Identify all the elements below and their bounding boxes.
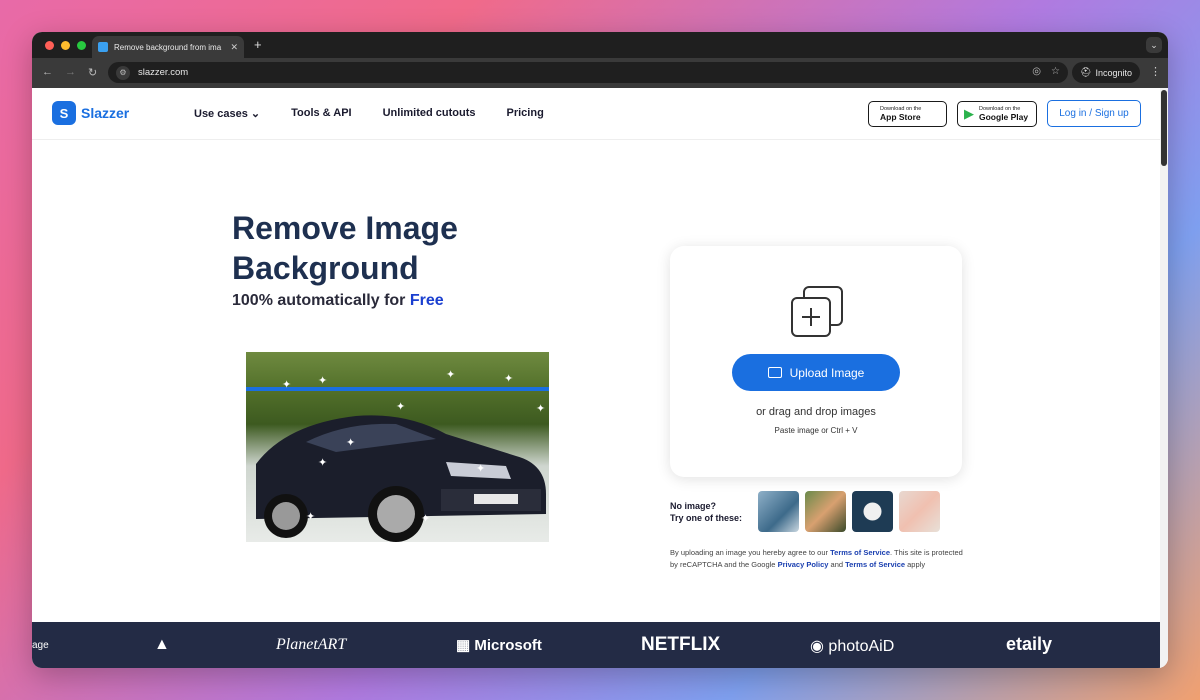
incognito-badge[interactable]: ⛑ Incognito <box>1072 62 1140 83</box>
nav-unlimited-cutouts[interactable]: Unlimited cutouts <box>383 107 476 120</box>
sparkle-icon: ✦ <box>306 511 316 523</box>
site-logo[interactable]: S Slazzer <box>52 101 129 125</box>
page-title: Remove Image Background <box>232 208 458 288</box>
bookmark-star-icon[interactable]: ☆ <box>1051 66 1060 77</box>
sparkle-icon: ✦ <box>421 513 431 525</box>
partner-logos-band: age ▲ PlanetART ▦ Microsoft NETFLIX ◉ ph… <box>32 622 1160 668</box>
window-controls <box>45 41 86 50</box>
eye-off-icon[interactable]: ◎ <box>1032 66 1041 77</box>
terms-text: By uploading an image you hereby agree t… <box>670 547 966 570</box>
tab-search-chevron-icon[interactable]: ⌄ <box>1146 37 1162 53</box>
tab-title: Remove background from ima <box>114 42 222 52</box>
partner-logo-planetart: PlanetART <box>276 636 347 653</box>
site-info-icon[interactable]: ⚙ <box>116 65 130 80</box>
image-icon <box>767 367 782 378</box>
reload-icon[interactable]: ↻ <box>88 66 97 79</box>
partner-logo-etaily: etaily <box>1006 634 1053 654</box>
microsoft-text: Microsoft <box>474 637 542 654</box>
terms-of-service-link-2[interactable]: Terms of Service <box>845 560 905 569</box>
car-illustration <box>256 415 546 542</box>
url-text: slazzer.com <box>138 67 189 78</box>
slazzer-logo-icon: S <box>52 101 76 125</box>
sparkle-icon: ✦ <box>476 463 486 475</box>
partner-logo-triangle-icon: ▲ <box>154 636 170 653</box>
nav-pricing[interactable]: Pricing <box>507 107 544 120</box>
back-arrow-icon[interactable]: ← <box>42 66 53 78</box>
terms-part-4: apply <box>907 559 926 569</box>
login-signup-button[interactable]: Log in / Sign up <box>1047 100 1141 127</box>
sample-image-laptop[interactable] <box>758 491 799 532</box>
subtitle-free: Free <box>409 292 444 309</box>
drag-drop-text: or drag and drop images <box>756 406 876 418</box>
close-window-button[interactable] <box>45 41 54 50</box>
site-header: S Slazzer Use cases ⌄ Tools & API Unlimi… <box>32 88 1160 140</box>
sparkle-icon: ✦ <box>282 379 292 391</box>
maximize-window-button[interactable] <box>77 41 86 50</box>
google-play-label: Google Play <box>979 111 1029 122</box>
address-bar: ← → ↻ ⚙ slazzer.com ◎ ☆ ⛑ Incognito ⋮ <box>32 58 1168 88</box>
no-image-text: No image? <box>670 501 717 511</box>
upload-image-button[interactable]: Upload Image <box>732 354 900 391</box>
tab-close-icon[interactable]: ✕ <box>230 42 238 53</box>
scan-line <box>246 387 549 391</box>
partner-logo-age: age <box>32 640 49 651</box>
app-store-label: App Store <box>880 111 921 122</box>
paste-hint: Paste image or Ctrl + V <box>774 426 858 435</box>
new-tab-button[interactable]: + <box>254 37 262 52</box>
forward-arrow-icon[interactable]: → <box>65 66 76 78</box>
partner-logo-photoaid: ◉ photoAiD <box>810 636 894 656</box>
browser-window: Remove background from ima ✕ + ⌄ ← → ↻ ⚙… <box>32 32 1168 668</box>
camera-icon: ◉ <box>810 638 824 655</box>
sample-images <box>758 491 940 532</box>
photoaid-text: photoAiD <box>828 638 895 655</box>
title-line-1: Remove Image <box>232 210 458 246</box>
scrollbar-thumb[interactable] <box>1161 90 1167 166</box>
partner-logo-microsoft: ▦ Microsoft <box>456 636 542 654</box>
sample-image-person[interactable] <box>899 491 940 532</box>
incognito-label: Incognito <box>1095 67 1132 78</box>
sparkle-icon: ✦ <box>318 375 328 387</box>
subtitle-text: 100% automatically for <box>232 292 406 309</box>
url-field[interactable]: ⚙ slazzer.com ◎ ☆ <box>108 62 1068 83</box>
title-line-2: Background <box>232 250 419 286</box>
upload-button-label: Upload Image <box>789 365 865 380</box>
try-these-text: Try one of these: <box>670 513 743 523</box>
sparkle-icon: ✦ <box>504 373 514 385</box>
hero-subtitle: 100% automatically for Free <box>232 292 444 310</box>
sparkle-icon: ✦ <box>346 437 356 449</box>
webpage: S Slazzer Use cases ⌄ Tools & API Unlimi… <box>32 88 1168 668</box>
sample-image-people[interactable] <box>805 491 846 532</box>
privacy-policy-link[interactable]: Privacy Policy <box>778 560 829 569</box>
sparkle-icon: ✦ <box>396 401 406 413</box>
upload-card[interactable]: Upload Image or drag and drop images Pas… <box>670 246 962 477</box>
sparkle-icon: ✦ <box>446 369 456 381</box>
nav-use-cases[interactable]: Use cases ⌄ <box>194 107 260 120</box>
page-scrollbar[interactable] <box>1160 88 1168 668</box>
minimize-window-button[interactable] <box>61 41 70 50</box>
google-play-button[interactable]: ▶ Download on the Google Play <box>957 101 1037 127</box>
brand-name: Slazzer <box>81 105 130 121</box>
site-favicon-icon <box>98 42 108 52</box>
sample-image-logo[interactable] <box>852 491 893 532</box>
demo-car-image: ✦ ✦ ✦ ✦ ✦ ✦ ✦ ✦ ✦ ✦ ✦ <box>246 352 549 542</box>
browser-tab[interactable]: Remove background from ima ✕ <box>92 36 244 58</box>
browser-menu-icon[interactable]: ⋮ <box>1150 65 1161 78</box>
add-image-icon <box>791 286 843 337</box>
sample-images-label: No image? Try one of these: <box>670 500 742 524</box>
partner-logo-netflix: NETFLIX <box>641 634 721 655</box>
sparkle-icon: ✦ <box>318 457 328 469</box>
terms-part-1: By uploading an image you hereby agree t… <box>670 548 829 557</box>
incognito-icon: ⛑ <box>1080 67 1092 77</box>
sparkle-icon: ✦ <box>536 403 546 415</box>
google-play-icon: ▶ <box>964 106 974 121</box>
microsoft-windows-icon: ▦ <box>456 637 471 654</box>
main-nav: Use cases ⌄ Tools & API Unlimited cutout… <box>194 107 544 120</box>
nav-tools-api[interactable]: Tools & API <box>291 107 352 120</box>
tab-strip: Remove background from ima ✕ + ⌄ <box>32 32 1168 58</box>
terms-of-service-link[interactable]: Terms of Service <box>830 548 890 557</box>
terms-part-3: and <box>830 559 844 569</box>
app-store-button[interactable]: Download on the App Store <box>868 101 947 127</box>
